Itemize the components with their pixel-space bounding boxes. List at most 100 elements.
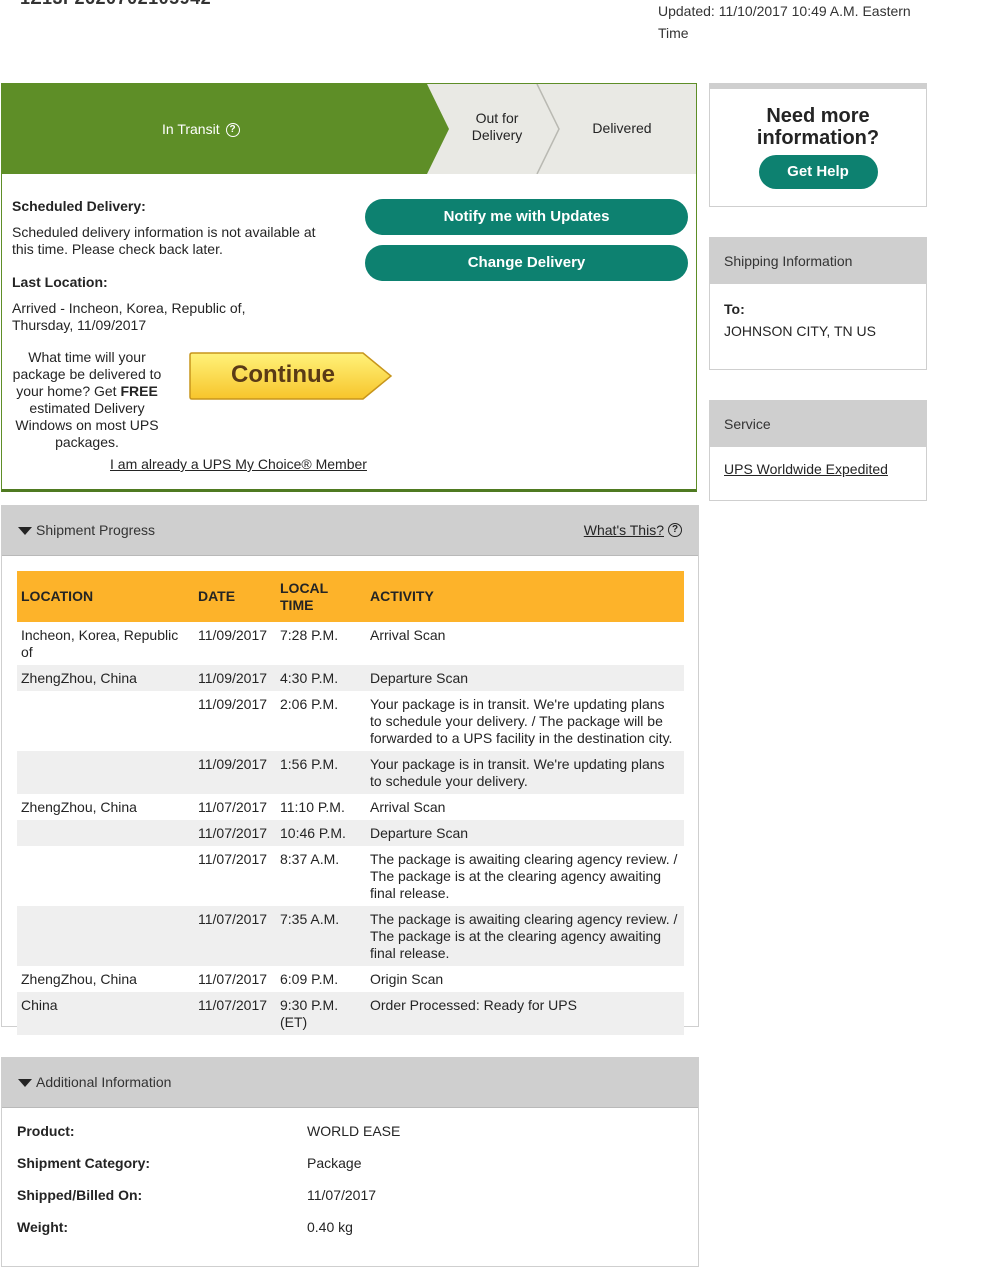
table-row: 11/07/2017 7:35 A.M. The package is awai… <box>17 906 684 966</box>
promo-free: FREE <box>120 383 158 399</box>
col-local-time: LOCAL TIME <box>276 571 366 622</box>
cell-time: 4:30 P.M. <box>276 665 366 691</box>
cell-activity: Order Processed: Ready for UPS <box>366 992 684 1035</box>
cell-activity: Your package is in transit. We're updati… <box>370 696 673 746</box>
shipment-progress-title: Shipment Progress <box>36 522 156 538</box>
info-row-category: Shipment Category: Package <box>17 1155 361 1171</box>
table-row: 11/09/2017 1:56 P.M. Your package is in … <box>17 751 684 794</box>
info-row-shipped: Shipped/Billed On: 11/07/2017 <box>17 1187 376 1203</box>
info-row-product: Product: WORLD EASE <box>17 1123 400 1139</box>
help-box: Need more information? Get Help <box>709 83 927 207</box>
cell-activity: Origin Scan <box>370 971 444 987</box>
my-choice-promo: What time will your package be delivered… <box>12 349 162 451</box>
cell-location <box>17 820 194 846</box>
cell-location: ZhengZhou, China <box>21 971 137 987</box>
cell-activity: The package is awaiting clearing agency … <box>370 851 678 901</box>
table-row: ZhengZhou, China 11/07/2017 6:09 P.M. Or… <box>17 966 684 992</box>
cell-date: 11/07/2017 <box>194 992 276 1035</box>
whats-this-link[interactable]: What's This? ? <box>584 522 682 538</box>
cell-activity: Arrival Scan <box>370 627 446 643</box>
question-circle-icon[interactable]: ? <box>225 122 240 137</box>
cell-location: Incheon, Korea, Republic of <box>21 627 179 660</box>
get-help-button[interactable]: Get Help <box>758 155 878 189</box>
updated-timestamp: Updated: 11/10/2017 10:49 A.M. Eastern T… <box>658 3 911 41</box>
cell-time: 7:35 A.M. <box>276 906 366 966</box>
info-value: 11/07/2017 <box>307 1187 377 1203</box>
step-in-transit-label: In Transit <box>162 121 220 137</box>
cell-time: 6:09 P.M. <box>280 971 339 987</box>
my-choice-member-link[interactable]: I am already a UPS My Choice® Member <box>110 456 367 472</box>
caret-down-icon[interactable] <box>18 527 32 535</box>
cell-location <box>17 906 194 966</box>
change-delivery-button[interactable]: Change Delivery <box>365 245 688 281</box>
info-label: Shipped/Billed On: <box>17 1187 143 1203</box>
cell-activity: The package is awaiting clearing agency … <box>366 906 684 966</box>
table-header-row: LOCATION DATE LOCAL TIME ACTIVITY <box>17 571 684 622</box>
additional-info-panel: Additional Information Product: WORLD EA… <box>1 1057 699 1267</box>
cell-date: 11/09/2017 <box>198 627 268 643</box>
cell-time: 9:30 P.M. (ET) <box>276 992 366 1035</box>
question-circle-icon[interactable]: ? <box>668 523 682 537</box>
cell-time: 7:28 P.M. <box>280 627 339 643</box>
col-location: LOCATION <box>17 571 194 622</box>
cell-date: 11/09/2017 <box>194 665 276 691</box>
table-row: Incheon, Korea, Republic of 11/09/2017 7… <box>17 622 684 665</box>
additional-info-header[interactable]: Additional Information <box>2 1058 698 1108</box>
cell-activity: Arrival Scan <box>370 799 446 815</box>
progress-tracker: In Transit ? Out for Delivery Delivered <box>2 84 696 174</box>
ship-to: To: JOHNSON CITY, TN US <box>710 284 926 342</box>
cell-activity: Your package is in transit. We're updati… <box>366 751 684 794</box>
notify-updates-button[interactable]: Notify me with Updates <box>365 199 688 235</box>
cell-location: ZhengZhou, China <box>21 799 137 815</box>
cell-date: 11/07/2017 <box>198 971 268 987</box>
table-row: 11/07/2017 10:46 P.M. Departure Scan <box>17 820 684 846</box>
cell-location <box>17 751 194 794</box>
step-out-for-delivery: Out for Delivery <box>471 110 523 143</box>
shipping-info-box: Shipping Information To: JOHNSON CITY, T… <box>709 237 927 370</box>
table-row: 11/09/2017 2:06 P.M. Your package is in … <box>17 691 684 751</box>
table-row: China 11/07/2017 9:30 P.M. (ET) Order Pr… <box>17 992 684 1035</box>
cell-date: 11/07/2017 <box>194 906 276 966</box>
cell-date: 11/09/2017 <box>198 696 268 712</box>
table-row: 11/07/2017 8:37 A.M. The package is awai… <box>17 846 684 906</box>
cell-time: 10:46 P.M. <box>276 820 366 846</box>
info-row-weight: Weight: 0.40 kg <box>17 1219 353 1235</box>
col-date: DATE <box>194 571 276 622</box>
tracking-number: 1Z13F2620702105942 <box>20 0 211 9</box>
cell-location <box>17 691 194 751</box>
shipment-progress-panel: Shipment Progress What's This? ? LOCATIO… <box>1 505 699 1035</box>
caret-down-icon[interactable] <box>18 1079 32 1087</box>
col-activity: ACTIVITY <box>366 571 684 622</box>
status-panel: In Transit ? Out for Delivery Delivered … <box>1 83 697 492</box>
ship-to-label: To: <box>724 301 745 317</box>
info-label: Product: <box>17 1123 75 1139</box>
cell-date: 11/07/2017 <box>198 799 268 815</box>
continue-button[interactable]: Continue <box>188 351 393 403</box>
table-row: ZhengZhou, China 11/09/2017 4:30 P.M. De… <box>17 665 684 691</box>
cell-location: China <box>17 992 194 1035</box>
cell-date: 11/09/2017 <box>194 751 276 794</box>
additional-info-title: Additional Information <box>36 1074 172 1090</box>
help-box-title: Need more information? <box>756 105 880 149</box>
ship-to-value: JOHNSON CITY, TN US <box>724 323 876 339</box>
cell-date: 11/07/2017 <box>198 851 268 867</box>
service-title: Service <box>710 401 926 447</box>
table-row: ZhengZhou, China 11/07/2017 11:10 P.M. A… <box>17 794 684 820</box>
scheduled-delivery-title: Scheduled Delivery: <box>12 198 146 214</box>
continue-label: Continue <box>231 361 335 388</box>
whats-this-label[interactable]: What's This? <box>584 522 664 538</box>
info-label: Weight: <box>17 1219 69 1235</box>
service-link[interactable]: UPS Worldwide Expedited <box>710 447 926 477</box>
cell-location <box>17 846 194 906</box>
info-value: Package <box>307 1155 362 1171</box>
cell-time: 1:56 P.M. <box>276 751 366 794</box>
shipment-progress-table: LOCATION DATE LOCAL TIME ACTIVITY Incheo… <box>17 571 684 1035</box>
last-location-title: Last Location: <box>12 274 108 290</box>
cell-activity: Departure Scan <box>366 665 684 691</box>
info-value: WORLD EASE <box>307 1123 401 1139</box>
shipment-progress-header[interactable]: Shipment Progress What's This? ? <box>2 506 698 556</box>
promo-text-after: estimated Delivery Windows on most UPS p… <box>15 400 159 450</box>
service-box: Service UPS Worldwide Expedited <box>709 400 927 501</box>
cell-time: 11:10 P.M. <box>280 799 345 815</box>
info-label: Shipment Category: <box>17 1155 151 1171</box>
